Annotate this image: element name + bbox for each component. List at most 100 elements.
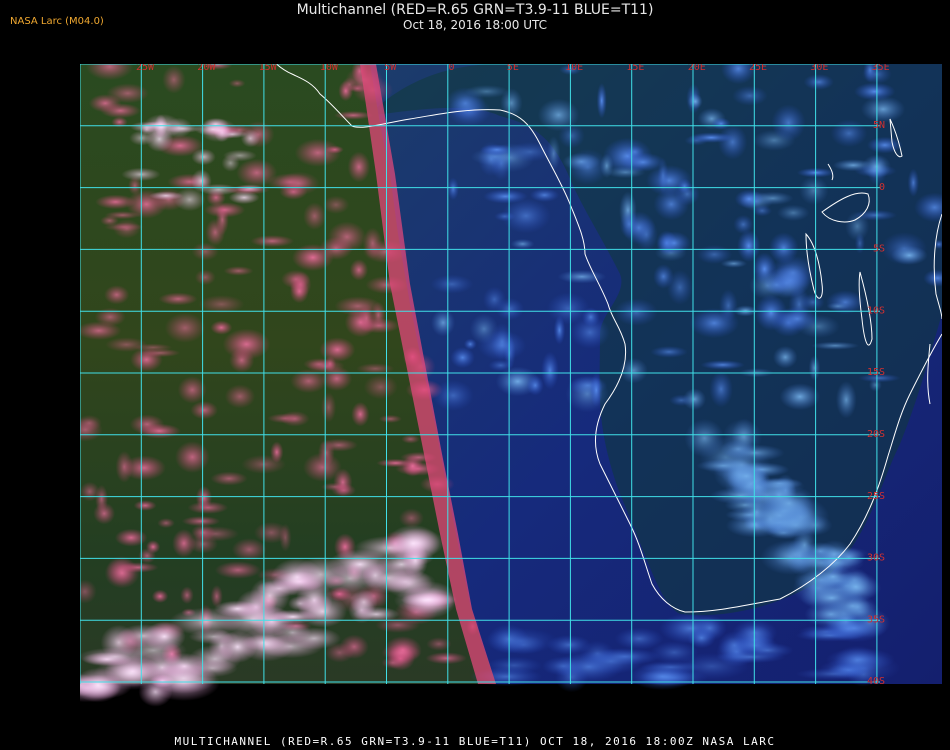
- cloud-cell: [191, 148, 216, 166]
- cloud-cell: [653, 188, 690, 221]
- cloud-cell: [811, 565, 855, 588]
- cloud-cell: [541, 351, 559, 390]
- cloud-cell: [349, 259, 369, 281]
- cloud-cell: [835, 381, 857, 419]
- cloud-cell: [700, 360, 745, 370]
- cloud-cell: [581, 307, 600, 327]
- cloud-cell: [363, 374, 398, 400]
- cloud-cell: [249, 577, 291, 615]
- cloud-cell: [88, 94, 122, 113]
- cloud-cell: [327, 221, 367, 253]
- cloud-cell: [115, 450, 134, 483]
- cloud-cell: [599, 153, 614, 179]
- cloud-cell: [907, 168, 920, 197]
- cloud-cell: [223, 149, 257, 162]
- cloud-cell: [362, 227, 383, 259]
- cloud-cell: [464, 84, 509, 99]
- cloud-cell: [94, 307, 126, 327]
- cloud-cell: [231, 538, 267, 562]
- cloud-cell: [555, 661, 589, 693]
- lat-label: 35S: [867, 614, 885, 625]
- cloud-cell: [815, 540, 853, 569]
- cloud-cell: [854, 82, 896, 101]
- cloud-cell: [142, 621, 186, 652]
- lat-label: 5S: [873, 244, 885, 255]
- lon-label: 10W: [320, 64, 339, 73]
- cloud-cell: [351, 401, 370, 427]
- lon-label: 35E: [872, 64, 890, 73]
- cloud-cell: [430, 274, 474, 294]
- cloud-cell: [112, 219, 141, 239]
- cloud-cell: [286, 627, 342, 650]
- cloud-cell: [358, 303, 375, 334]
- lat-label: 15S: [867, 367, 885, 378]
- cloud-cell: [425, 652, 467, 665]
- cloud-cell: [557, 269, 607, 284]
- satellite-map[interactable]: 25W 20W 15W 10W 5W 0 5E 10E 15E 20E 25E 30E 35E 5N 0 5S…: [54, 43, 950, 728]
- cloud-cell: [657, 231, 691, 255]
- cloud-cell: [235, 184, 265, 193]
- cloud-cell: [104, 285, 130, 305]
- cloud-cell: [194, 269, 216, 286]
- cloud-cell: [224, 384, 256, 409]
- lon-label: 25W: [136, 64, 155, 73]
- cloud-cell: [151, 589, 169, 604]
- image-title: Multichannel (RED=R.65 GRN=T3.9-11 BLUE=…: [296, 2, 654, 18]
- cloud-cell: [625, 145, 645, 159]
- cloud-cell: [810, 341, 860, 350]
- cloud-cell: [191, 169, 212, 193]
- cloud-cell: [775, 306, 820, 331]
- cloud-cell: [737, 229, 761, 262]
- cloud-cell: [347, 151, 371, 183]
- cloud-cell: [174, 441, 210, 474]
- cloud-cell: [752, 191, 794, 205]
- cloud-cell: [803, 74, 834, 91]
- cloud-cell: [386, 524, 440, 562]
- cloud-cell: [768, 232, 799, 264]
- cloud-cell: [830, 119, 868, 148]
- cloud-cell: [104, 557, 140, 589]
- cloud-cell: [303, 202, 327, 230]
- cloud-cell: [619, 357, 648, 384]
- cloud-cell: [228, 191, 260, 205]
- cloud-cell: [687, 627, 716, 649]
- cloud-cell: [776, 204, 810, 222]
- cloud-cell: [162, 65, 186, 94]
- cloud-cell: [506, 142, 554, 162]
- cloud-cell: [157, 518, 175, 529]
- cloud-cell: [799, 175, 829, 205]
- cloud-cell: [589, 373, 603, 408]
- cloud-cell: [526, 375, 544, 396]
- cloud-cell: [712, 446, 771, 484]
- lat-label: 30S: [867, 553, 885, 564]
- image-datetime: Oct 18, 2016 18:00 UTC: [403, 18, 547, 32]
- cloud-cell: [402, 455, 424, 477]
- cloud-cell: [322, 195, 350, 214]
- cloud-cell: [95, 194, 136, 210]
- cloud-cell: [214, 561, 262, 579]
- cloud-cell: [190, 400, 218, 420]
- cloud-cell: [180, 586, 194, 605]
- cloud-cell: [487, 624, 530, 654]
- cloud-cell: [580, 640, 615, 667]
- lon-label: 5W: [384, 64, 397, 73]
- cloud-cell: [250, 235, 295, 248]
- cloud-cell: [771, 104, 806, 142]
- cloud-cell: [150, 662, 217, 694]
- cloud-cell: [709, 370, 733, 408]
- lon-label: 30E: [810, 64, 828, 73]
- cloud-cell: [715, 650, 786, 664]
- lon-label: 20E: [688, 64, 706, 73]
- lat-label: 10S: [867, 305, 885, 316]
- lat-label: 25S: [867, 491, 885, 502]
- cloud-cell: [596, 82, 607, 119]
- cloud-cell: [190, 523, 216, 542]
- cloud-cell: [223, 266, 254, 276]
- cloud-cell: [228, 79, 246, 88]
- lon-label: 20W: [197, 64, 216, 73]
- cloud-cell: [431, 308, 456, 337]
- lon-label: 10E: [565, 64, 583, 73]
- cloud-cell: [378, 414, 402, 423]
- lat-label: 40S: [867, 676, 885, 687]
- cloud-cell: [333, 110, 373, 120]
